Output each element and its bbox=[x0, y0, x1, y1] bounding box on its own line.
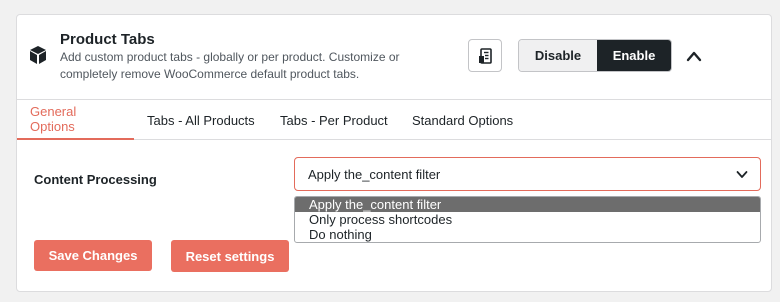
enable-button[interactable]: Enable bbox=[597, 40, 671, 71]
tab-general-options[interactable]: General Options bbox=[17, 100, 134, 140]
documentation-button[interactable] bbox=[468, 39, 502, 72]
document-icon bbox=[479, 47, 492, 64]
option-only-process-shortcodes[interactable]: Only process shortcodes bbox=[295, 212, 760, 227]
option-do-nothing[interactable]: Do nothing bbox=[295, 227, 760, 242]
content-processing-select[interactable]: Apply the_content filter bbox=[294, 157, 761, 191]
tab-per-product[interactable]: Tabs - Per Product bbox=[280, 100, 388, 140]
module-title: Product Tabs bbox=[60, 31, 155, 48]
product-tabs-card: Product Tabs Add custom product tabs - g… bbox=[16, 14, 772, 292]
module-header: Product Tabs Add custom product tabs - g… bbox=[17, 15, 771, 99]
save-changes-button[interactable]: Save Changes bbox=[34, 240, 152, 271]
content-processing-label: Content Processing bbox=[34, 172, 157, 187]
module-description: Add custom product tabs - globally or pe… bbox=[60, 50, 400, 81]
content-processing-options: Apply the_content filter Only process sh… bbox=[294, 196, 761, 243]
chevron-down-icon bbox=[736, 171, 748, 178]
tab-all-products[interactable]: Tabs - All Products bbox=[147, 100, 255, 140]
reset-settings-button[interactable]: Reset settings bbox=[171, 240, 289, 272]
settings-tabs: General Options Tabs - All Products Tabs… bbox=[17, 99, 771, 140]
chevron-up-icon[interactable] bbox=[685, 48, 703, 64]
enable-toggle: Disable Enable bbox=[518, 39, 672, 72]
cube-icon bbox=[30, 46, 46, 64]
tab-standard-options[interactable]: Standard Options bbox=[412, 100, 513, 140]
select-value: Apply the_content filter bbox=[308, 166, 441, 182]
option-apply-content-filter[interactable]: Apply the_content filter bbox=[295, 197, 760, 212]
disable-button[interactable]: Disable bbox=[519, 40, 597, 71]
